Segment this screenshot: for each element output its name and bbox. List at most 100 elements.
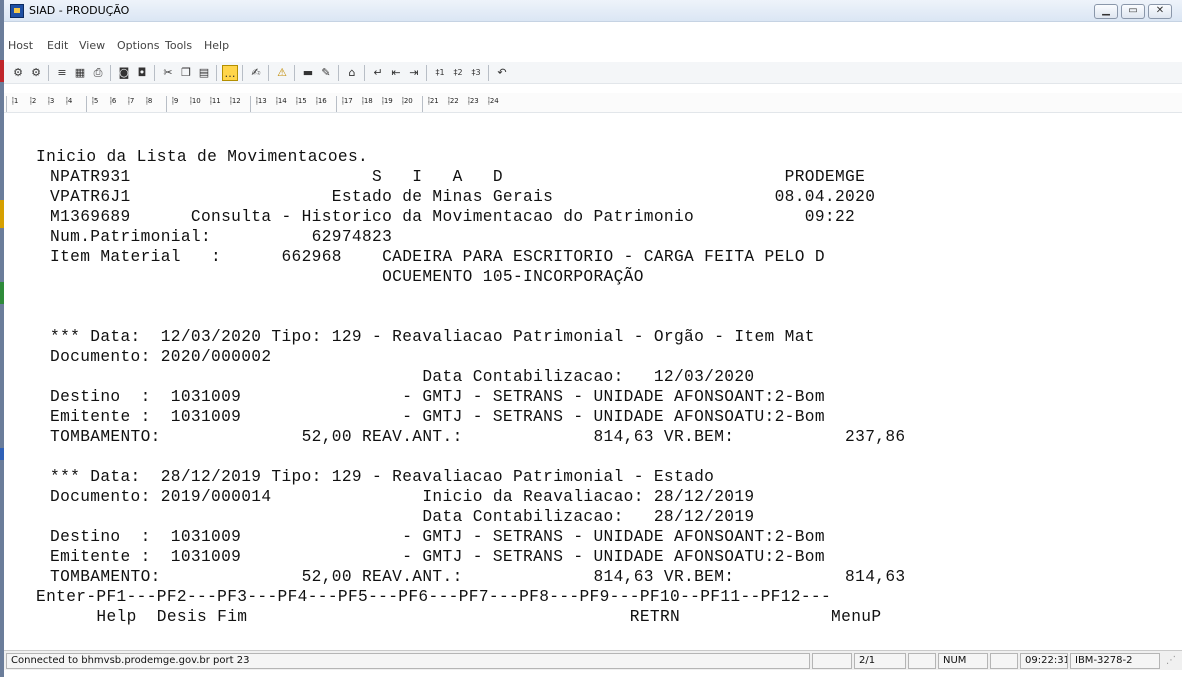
disconnect-icon[interactable]: ⚙ bbox=[28, 65, 44, 81]
status-bar: Connected to bhmvsb.prodemge.gov.br port… bbox=[4, 650, 1182, 670]
pf13-key[interactable]: ⸽13 bbox=[256, 97, 267, 106]
num-lock-indicator: NUM bbox=[938, 653, 988, 669]
tab-icon[interactable]: ⇥ bbox=[406, 65, 422, 81]
terminal-line: Documento: 2019/000014 Inicio da Reavali… bbox=[50, 488, 755, 506]
toolbar-separator bbox=[154, 65, 155, 81]
enter-icon[interactable]: ↵ bbox=[370, 65, 386, 81]
terminal-line: M1369689 Consulta - Historico da Movimen… bbox=[50, 208, 856, 226]
toolbar-separator bbox=[426, 65, 427, 81]
resize-grip-icon[interactable]: ⋰ bbox=[1166, 655, 1178, 667]
toolbar-separator bbox=[294, 65, 295, 81]
cut-icon[interactable]: ✂ bbox=[160, 65, 176, 81]
macro-icon[interactable]: ✍ bbox=[248, 65, 264, 81]
pf24-key[interactable]: ⸽24 bbox=[488, 97, 499, 106]
toolbar-separator bbox=[488, 65, 489, 81]
terminal-line: Inicio da Lista de Movimentacoes. bbox=[36, 148, 369, 166]
toolbar-separator bbox=[338, 65, 339, 81]
menu-host[interactable]: Host bbox=[8, 39, 33, 52]
maximize-button[interactable]: ▭ bbox=[1121, 4, 1145, 19]
pf21-key[interactable]: ⸽21 bbox=[428, 97, 439, 106]
status-empty-cell bbox=[990, 653, 1018, 669]
pf12-key[interactable]: ⸽12 bbox=[230, 97, 241, 106]
connect-icon[interactable]: ⚙ bbox=[10, 65, 26, 81]
terminal-line: Emitente : 1031009 - GMTJ - SETRANS - UN… bbox=[50, 408, 825, 426]
pa2-icon[interactable]: ‡2 bbox=[450, 65, 466, 81]
pf20-key[interactable]: ⸽20 bbox=[402, 97, 413, 106]
pf1-key[interactable]: ⸽1 bbox=[12, 97, 18, 106]
backtab-icon[interactable]: ⇤ bbox=[388, 65, 404, 81]
toolbar-separator bbox=[268, 65, 269, 81]
pf22-key[interactable]: ⸽22 bbox=[448, 97, 459, 106]
menu-edit[interactable]: Edit bbox=[47, 39, 68, 52]
menu-bar: Host Edit View Options Tools Help bbox=[4, 37, 1182, 55]
highlight-icon[interactable]: ✎ bbox=[318, 65, 334, 81]
terminal-line: Data Contabilizacao: 28/12/2019 bbox=[50, 508, 755, 526]
menu-tools[interactable]: Tools bbox=[165, 39, 192, 52]
toolbar-separator bbox=[48, 65, 49, 81]
terminal-line: VPATR6J1 Estado de Minas Gerais 08.04.20… bbox=[50, 188, 876, 206]
pf6-key[interactable]: ⸽6 bbox=[110, 97, 116, 106]
toolbar-separator bbox=[250, 96, 251, 112]
pf19-key[interactable]: ⸽19 bbox=[382, 97, 393, 106]
pf-key-labels: Help Desis Fim RETRN MenuP bbox=[36, 608, 882, 626]
status-empty-cell bbox=[812, 653, 852, 669]
terminal-screen[interactable]: Inicio da Lista de Movimentacoes. NPATR9… bbox=[12, 116, 1178, 636]
pf14-key[interactable]: ⸽14 bbox=[276, 97, 287, 106]
pf4-key[interactable]: ⸽4 bbox=[66, 97, 72, 106]
close-button[interactable]: ✕ bbox=[1148, 4, 1172, 19]
send-icon[interactable]: ≡ bbox=[54, 65, 70, 81]
toolbar-separator bbox=[242, 65, 243, 81]
keypad-icon[interactable]: … bbox=[222, 65, 238, 81]
undo-icon[interactable]: ↶ bbox=[494, 65, 510, 81]
pf-key-legend: Enter-PF1---PF2---PF3---PF4---PF5---PF6-… bbox=[36, 588, 832, 606]
toolbar-separator bbox=[166, 96, 167, 112]
warning-icon[interactable]: ⚠ bbox=[274, 65, 290, 81]
pf9-key[interactable]: ⸽9 bbox=[172, 97, 178, 106]
toolbar-separator bbox=[86, 96, 87, 112]
menu-view[interactable]: View bbox=[79, 39, 105, 52]
copy-icon[interactable]: ❐ bbox=[178, 65, 194, 81]
terminal-type: IBM-3278-2 bbox=[1070, 653, 1160, 669]
menu-help[interactable]: Help bbox=[204, 39, 229, 52]
terminal-line: Destino : 1031009 - GMTJ - SETRANS - UNI… bbox=[50, 388, 825, 406]
pf18-key[interactable]: ⸽18 bbox=[362, 97, 373, 106]
pf11-key[interactable]: ⸽11 bbox=[210, 97, 221, 106]
home-icon[interactable]: ⌂ bbox=[344, 65, 360, 81]
menu-options[interactable]: Options bbox=[117, 39, 159, 52]
receive-icon[interactable]: ▦ bbox=[72, 65, 88, 81]
terminal-line: *** Data: 28/12/2019 Tipo: 129 - Reavali… bbox=[50, 468, 715, 486]
pa1-icon[interactable]: ‡1 bbox=[432, 65, 448, 81]
screen-capture-area-icon[interactable]: ◘ bbox=[134, 65, 150, 81]
connection-status: Connected to bhmvsb.prodemge.gov.br port… bbox=[6, 653, 810, 669]
pf3-key[interactable]: ⸽3 bbox=[48, 97, 54, 106]
screen-capture-icon[interactable]: ◙ bbox=[116, 65, 132, 81]
pf10-key[interactable]: ⸽10 bbox=[190, 97, 201, 106]
pa3-icon[interactable]: ‡3 bbox=[468, 65, 484, 81]
toolbar-separator bbox=[6, 96, 7, 112]
terminal-line: OCUEMENTO 105-INCORPORAÇÃO bbox=[50, 268, 644, 286]
pf2-key[interactable]: ⸽2 bbox=[30, 97, 36, 106]
pf23-key[interactable]: ⸽23 bbox=[468, 97, 479, 106]
toolbar-separator bbox=[364, 65, 365, 81]
terminal-line: Data Contabilizacao: 12/03/2020 bbox=[50, 368, 755, 386]
pf17-key[interactable]: ⸽17 bbox=[342, 97, 353, 106]
toolbar-separator bbox=[216, 65, 217, 81]
pf5-key[interactable]: ⸽5 bbox=[92, 97, 98, 106]
window-title: SIAD - PRODUÇÃO bbox=[29, 4, 130, 17]
toolbar-separator bbox=[336, 96, 337, 112]
pf8-key[interactable]: ⸽8 bbox=[146, 97, 152, 106]
print-icon[interactable]: ⎙ bbox=[90, 65, 106, 81]
display-icon[interactable]: ▬ bbox=[300, 65, 316, 81]
terminal-line: NPATR931 S I A D PRODEMGE bbox=[50, 168, 866, 186]
minimize-button[interactable]: ▁ bbox=[1094, 4, 1118, 19]
paste-icon[interactable]: ▤ bbox=[196, 65, 212, 81]
app-window: SIAD - PRODUÇÃO ▁ ▭ ✕ Host Edit View Opt… bbox=[0, 0, 1182, 677]
pf15-key[interactable]: ⸽15 bbox=[296, 97, 307, 106]
terminal-line: Item Material : 662968 CADEIRA PARA ESCR… bbox=[50, 248, 825, 266]
terminal-line: *** Data: 12/03/2020 Tipo: 129 - Reavali… bbox=[50, 328, 815, 346]
terminal-line: Num.Patrimonial: 62974823 bbox=[50, 228, 393, 246]
terminal-line: TOMBAMENTO: 52,00 REAV.ANT.: 814,63 VR.B… bbox=[50, 428, 906, 446]
pf7-key[interactable]: ⸽7 bbox=[128, 97, 134, 106]
pf16-key[interactable]: ⸽16 bbox=[316, 97, 327, 106]
toolbar-separator bbox=[110, 65, 111, 81]
